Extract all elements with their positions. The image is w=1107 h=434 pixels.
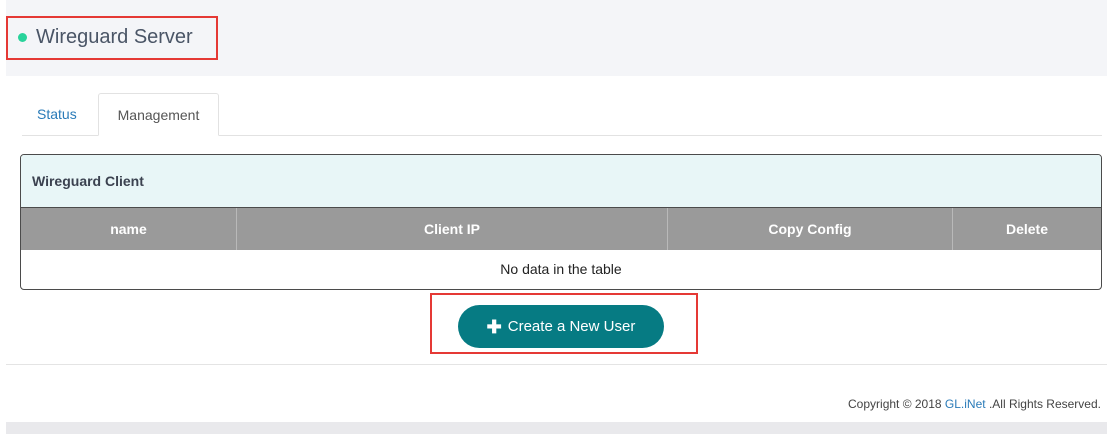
column-header-name: name <box>21 208 237 250</box>
tab-management[interactable]: Management <box>98 93 219 136</box>
copyright-footer: Copyright © 2018 GL.iNet .All Rights Res… <box>848 397 1101 411</box>
empty-table-message: No data in the table <box>500 261 622 277</box>
column-header-client-ip: Client IP <box>237 208 668 250</box>
wireguard-client-panel: Wireguard Client name Client IP Copy Con… <box>20 154 1102 290</box>
brand-link[interactable]: GL.iNet <box>945 397 986 411</box>
copyright-suffix: .All Rights Reserved. <box>985 397 1101 411</box>
page-title: Wireguard Server <box>36 26 193 48</box>
status-dot-icon <box>18 33 27 42</box>
create-new-user-button[interactable]: ✚ Create a New User <box>458 305 664 348</box>
panel-title: Wireguard Client <box>21 155 1101 208</box>
tab-bar: Status Management <box>22 93 1102 136</box>
table-header: name Client IP Copy Config Delete <box>21 208 1101 250</box>
create-new-user-label: Create a New User <box>507 318 636 335</box>
plus-icon: ✚ <box>486 316 502 337</box>
footer-divider <box>6 364 1107 365</box>
tab-status[interactable]: Status <box>22 93 94 135</box>
column-header-delete: Delete <box>1005 221 1049 237</box>
copyright-prefix: Copyright © 2018 <box>848 397 945 411</box>
bottom-bar <box>6 422 1107 434</box>
column-header-copy-config: Copy Config <box>668 208 953 250</box>
